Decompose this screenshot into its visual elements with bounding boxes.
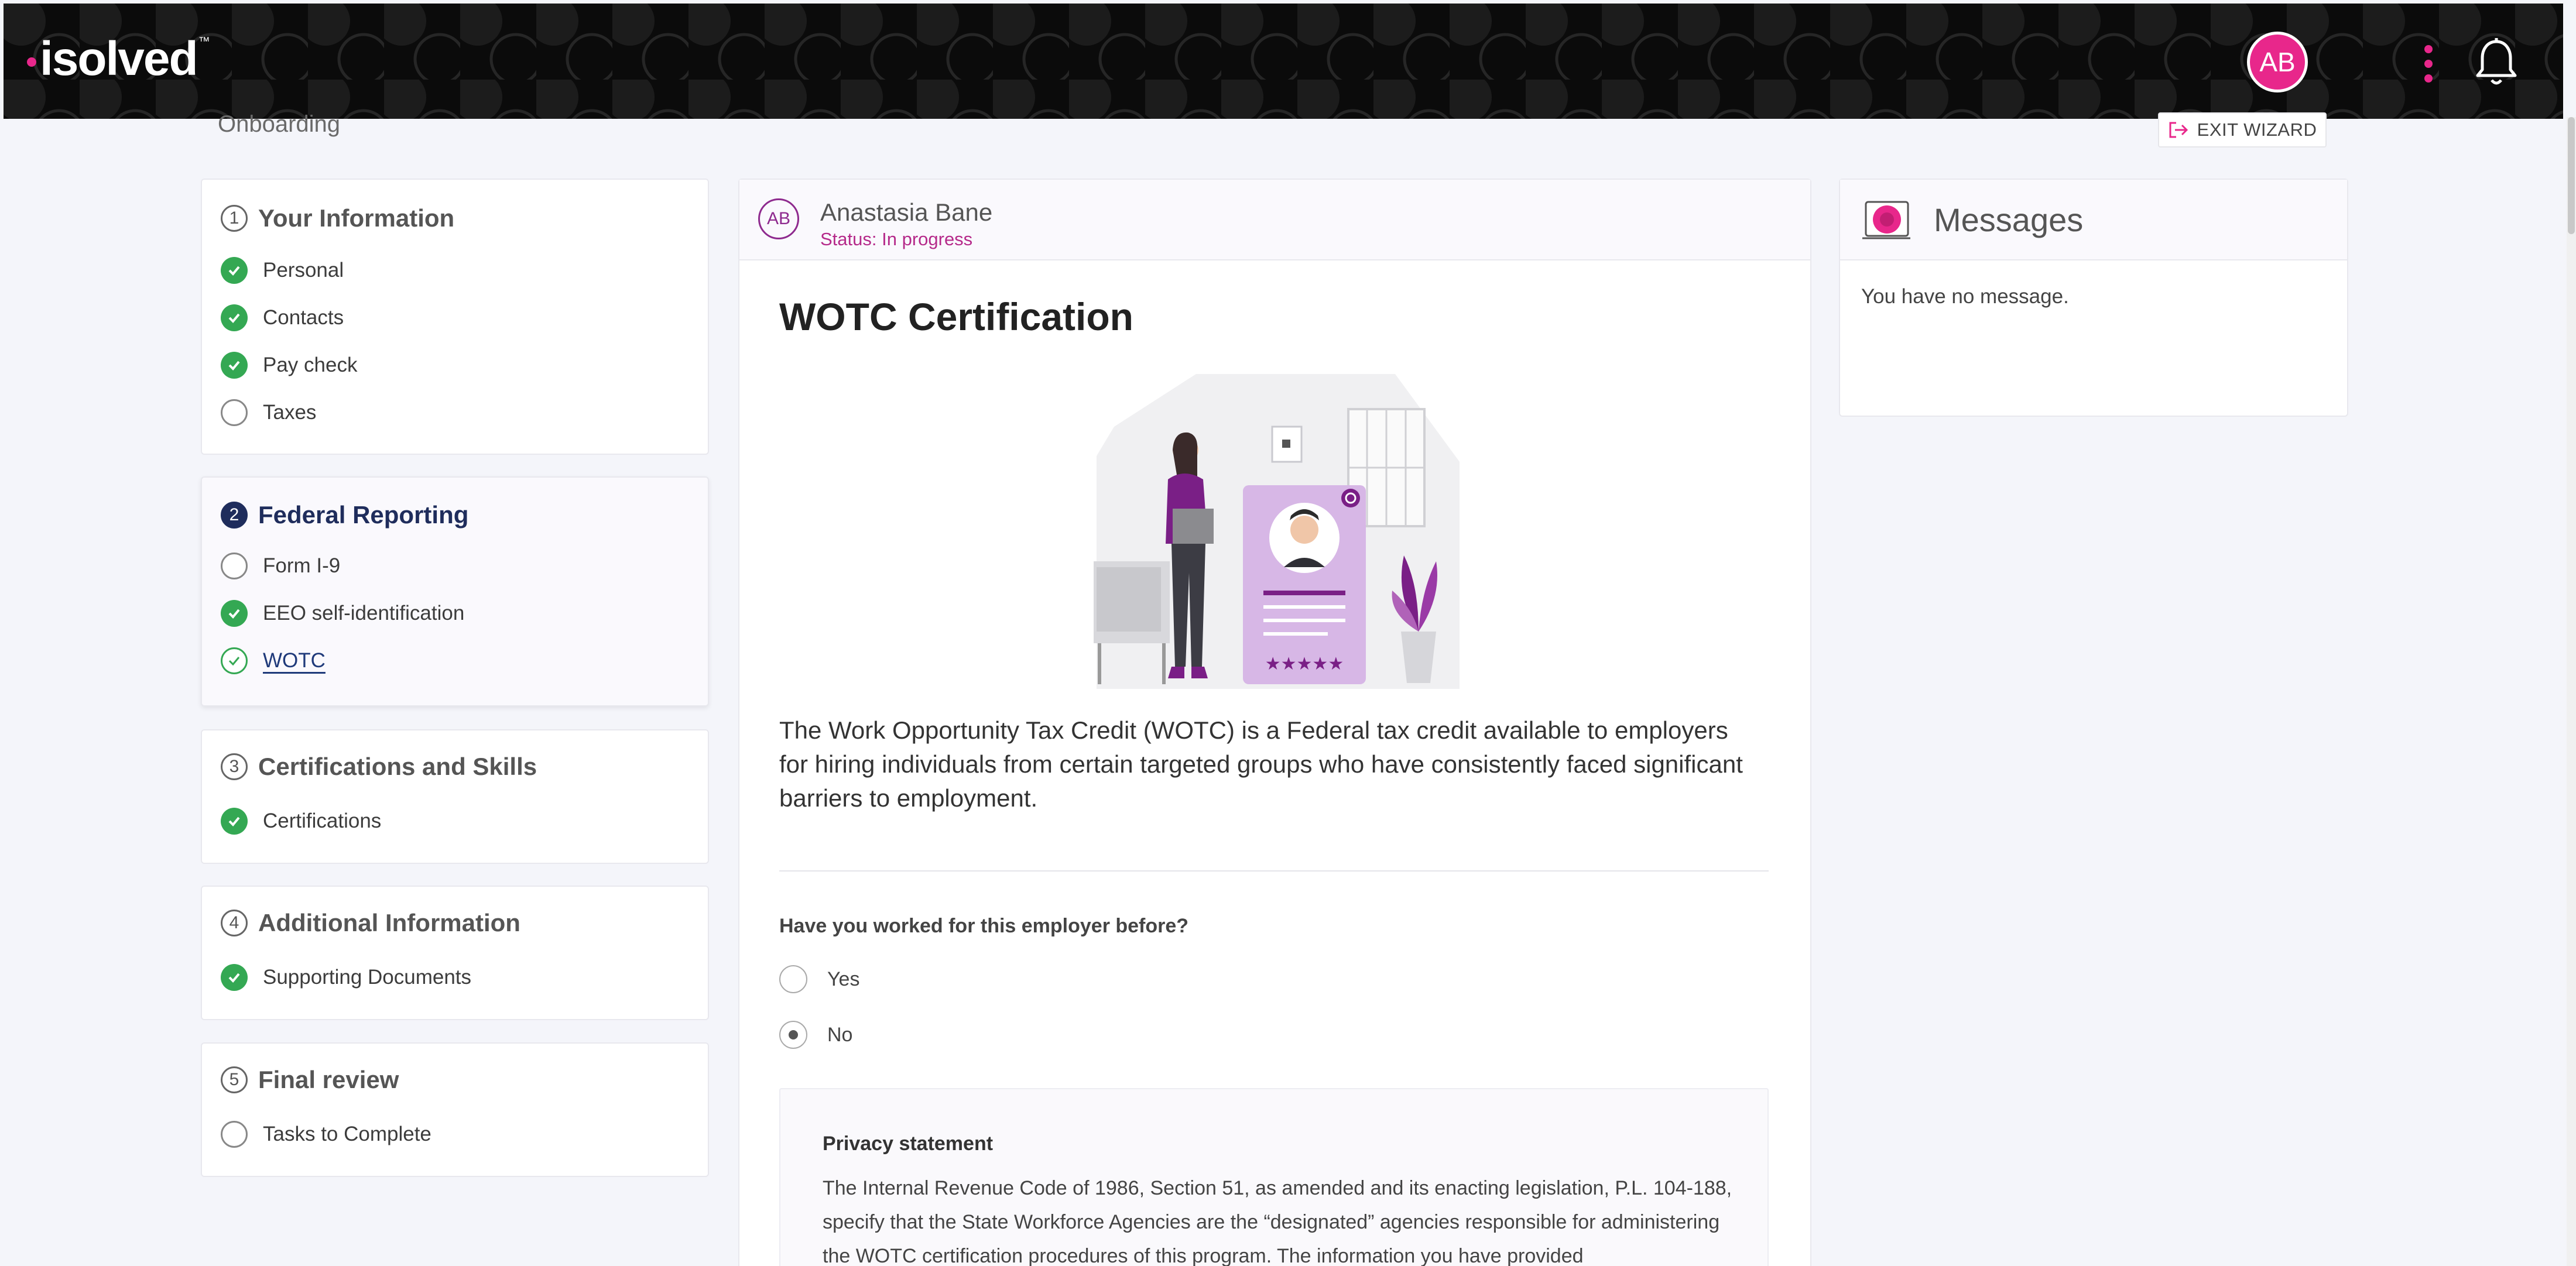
step-number: 3 xyxy=(221,753,248,780)
step-number: 2 xyxy=(221,502,248,529)
logo-dot xyxy=(27,57,36,67)
step-header[interactable]: 5 Final review xyxy=(221,1066,399,1094)
header-pattern xyxy=(4,4,2563,119)
radio-option-no[interactable]: No xyxy=(779,1021,852,1049)
incomplete-circle-icon xyxy=(221,399,248,426)
step-item-taxes[interactable]: Taxes xyxy=(221,399,316,426)
step-header[interactable]: 1 Your Information xyxy=(221,204,454,232)
step-item-eeo[interactable]: EEO self-identification xyxy=(221,600,464,627)
step-item-label: Tasks to Complete xyxy=(263,1123,431,1145)
radio-button[interactable] xyxy=(779,965,807,993)
logo-text: isolved xyxy=(40,32,198,85)
messages-title: Messages xyxy=(1934,201,2084,238)
check-icon xyxy=(221,808,248,835)
more-options-icon[interactable] xyxy=(2417,43,2440,84)
question-label: Have you worked for this employer before… xyxy=(779,915,1189,937)
exit-icon xyxy=(2169,122,2188,138)
employee-name: Anastasia Bane xyxy=(820,198,993,226)
step-card-certifications-and-skills: 3 Certifications and Skills Certificatio… xyxy=(201,729,709,864)
wotc-description: The Work Opportunity Tax Credit (WOTC) i… xyxy=(779,716,1743,812)
page-scrollbar[interactable] xyxy=(2567,117,2576,1266)
section-title: WOTC Certification xyxy=(779,295,1133,338)
step-number: 4 xyxy=(221,910,248,936)
messages-empty-text: You have no message. xyxy=(1861,285,2069,308)
step-item-supporting-documents[interactable]: Supporting Documents xyxy=(221,964,471,991)
step-title: Certifications and Skills xyxy=(258,753,537,780)
check-icon xyxy=(221,600,248,627)
step-item-label: Contacts xyxy=(263,306,344,329)
step-card-your-information: 1 Your Information Personal Contacts Pay… xyxy=(201,179,709,455)
step-item-tasks-to-complete[interactable]: Tasks to Complete xyxy=(221,1121,431,1148)
step-item-contacts[interactable]: Contacts xyxy=(221,304,344,331)
employee-status: Status: In progress xyxy=(820,229,973,249)
wotc-illustration: ★★★★★ xyxy=(1094,374,1460,689)
exit-wizard-button[interactable]: EXIT WIZARD xyxy=(2158,112,2327,147)
scrollbar-thumb[interactable] xyxy=(2568,117,2575,234)
step-card-federal-reporting: 2 Federal Reporting Form I-9 EEO self-id… xyxy=(201,476,709,706)
logo-trademark: ™ xyxy=(198,35,210,48)
step-item-label: Taxes xyxy=(263,401,317,424)
exit-wizard-label: EXIT WIZARD xyxy=(2197,119,2317,140)
incomplete-circle-icon xyxy=(221,553,248,579)
section-divider xyxy=(779,870,1769,872)
step-item-label: WOTC xyxy=(263,649,326,672)
step-header[interactable]: 3 Certifications and Skills xyxy=(221,753,537,781)
step-item-label: Supporting Documents xyxy=(263,966,472,989)
step-item-label: EEO self-identification xyxy=(263,602,465,625)
step-header[interactable]: 2 Federal Reporting xyxy=(221,501,468,529)
check-icon xyxy=(221,352,248,379)
radio-button-selected[interactable] xyxy=(779,1021,807,1049)
step-title: Your Information xyxy=(258,204,455,232)
radio-selected-dot xyxy=(789,1030,798,1039)
step-item-wotc[interactable]: WOTC xyxy=(221,647,326,674)
privacy-text: The Internal Revenue Code of 1986, Secti… xyxy=(823,1177,1732,1266)
privacy-statement-box: Privacy statement The Internal Revenue C… xyxy=(779,1088,1769,1266)
isolved-logo[interactable]: isolved ™ xyxy=(27,27,210,91)
messages-icon xyxy=(1862,201,1910,239)
notification-bell-icon[interactable] xyxy=(2473,36,2520,88)
step-card-final-review: 5 Final review Tasks to Complete xyxy=(201,1042,709,1177)
step-number: 1 xyxy=(221,205,248,232)
app-root: isolved ™ AB Onboarding EXIT WIZARD 1 Yo… xyxy=(0,0,2576,1266)
step-item-pay-check[interactable]: Pay check xyxy=(221,352,357,379)
step-header[interactable]: 4 Additional Information xyxy=(221,909,520,937)
employee-header: AB Anastasia Bane Status: In progress xyxy=(739,180,1810,260)
top-navigation-bar: isolved ™ AB xyxy=(4,4,2563,119)
svg-text:★★★★★: ★★★★★ xyxy=(1265,654,1344,674)
radio-label: Yes xyxy=(827,967,860,990)
messages-header: Messages xyxy=(1840,180,2347,260)
messages-panel: Messages You have no message. xyxy=(1839,179,2348,417)
employee-avatar: AB xyxy=(758,198,799,239)
step-item-label: Pay check xyxy=(263,354,358,376)
step-item-certifications[interactable]: Certifications xyxy=(221,808,381,835)
step-title: Additional Information xyxy=(258,909,520,936)
radio-option-yes[interactable]: Yes xyxy=(779,965,859,993)
check-icon xyxy=(221,964,248,991)
radio-label: No xyxy=(827,1023,853,1046)
step-number: 5 xyxy=(221,1066,248,1093)
wotc-main-panel: AB Anastasia Bane Status: In progress WO… xyxy=(738,179,1811,1266)
step-title: Final review xyxy=(258,1066,399,1093)
check-outline-icon xyxy=(221,647,248,674)
step-item-label: Certifications xyxy=(263,809,382,832)
check-icon xyxy=(221,257,248,284)
user-avatar[interactable]: AB xyxy=(2247,32,2308,92)
step-item-personal[interactable]: Personal xyxy=(221,257,344,284)
page-title: Onboarding xyxy=(218,111,341,137)
step-card-additional-information: 4 Additional Information Supporting Docu… xyxy=(201,886,709,1020)
step-item-form-i9[interactable]: Form I-9 xyxy=(221,553,340,579)
incomplete-circle-icon xyxy=(221,1121,248,1148)
check-icon xyxy=(221,304,248,331)
step-item-label: Personal xyxy=(263,259,344,282)
step-item-label: Form I-9 xyxy=(263,554,341,577)
step-title: Federal Reporting xyxy=(258,501,469,529)
privacy-title: Privacy statement xyxy=(823,1133,994,1155)
